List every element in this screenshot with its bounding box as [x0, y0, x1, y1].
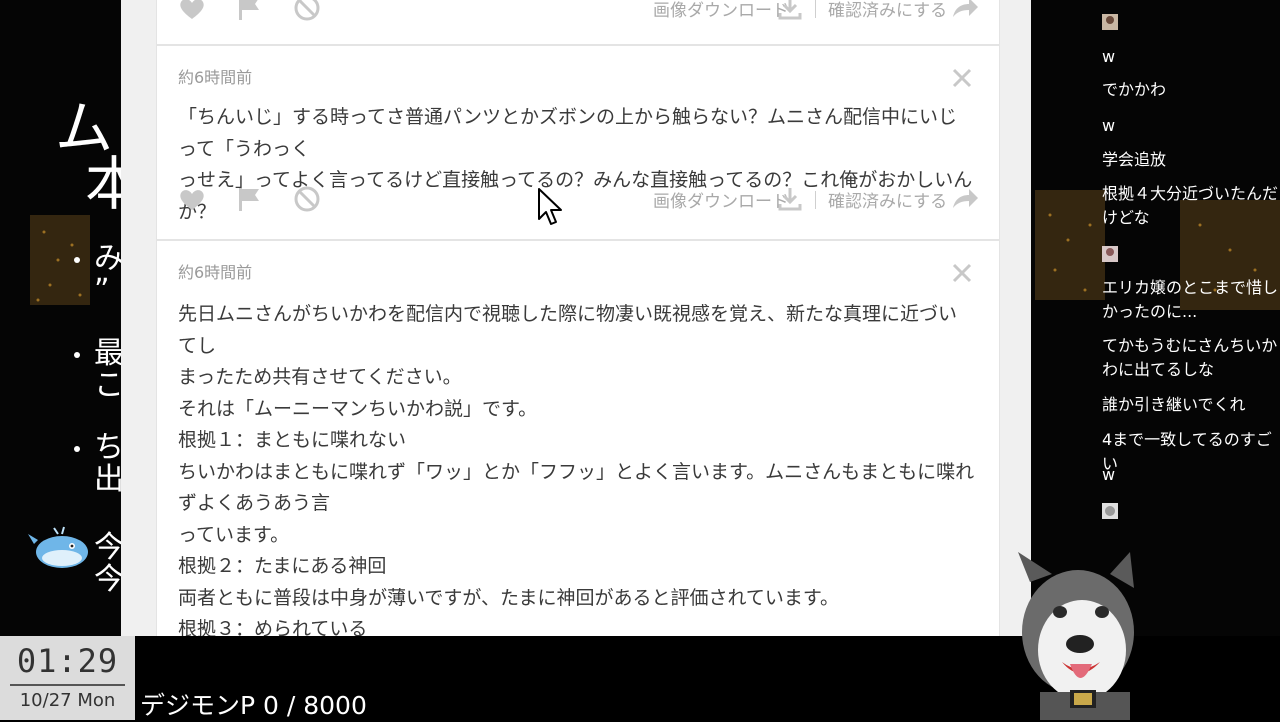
download-image-button[interactable]: 画像ダウンロード: [653, 0, 789, 21]
message-text: 先日ムニさんがちいかわを配信内で視聴した際に物凄い既視感を覚え、新たな真理に近づ…: [178, 303, 975, 636]
heart-icon[interactable]: [177, 184, 207, 214]
slide-bullet-4: 今 今: [94, 532, 124, 596]
clock-time: 01:29: [16, 642, 119, 680]
flag-icon[interactable]: [234, 0, 264, 23]
message-timestamp: 約6時間前: [178, 263, 253, 282]
heart-icon[interactable]: [177, 0, 207, 23]
slide-bullet-text: ち 出: [94, 430, 124, 497]
clock-divider: [10, 684, 125, 686]
message-box-window: 画像ダウンロード 確認済みにする 約6時間前 「ちんいじ」する時ってさ普通パンツ…: [121, 0, 1031, 636]
chat-message: 学会追放: [1102, 150, 1167, 169]
clock-date: 10/27 Mon: [19, 690, 116, 711]
clock-widget: 01:29 10/27 Mon: [0, 636, 135, 720]
block-icon[interactable]: [292, 0, 322, 23]
chat-avatar: [1102, 14, 1118, 30]
slide-bullet-text: 最 こ: [94, 336, 124, 403]
slide-bullet-3: ち 出: [74, 432, 124, 496]
flag-icon[interactable]: [234, 184, 264, 214]
action-separator: [815, 0, 816, 18]
message-timestamp: 約6時間前: [178, 68, 253, 87]
chat-message: てかもうむにさんちいか わに出てるしな: [1102, 336, 1278, 379]
message-actions: 画像ダウンロード 確認済みにする: [177, 0, 979, 23]
slide-bullet-1: み ”: [74, 243, 124, 307]
slide-bullet-text: み ”: [94, 241, 124, 308]
message-card: 約6時間前 「ちんいじ」する時ってさ普通パンツとかズボンの上から触らない？ムニさ…: [156, 45, 1000, 240]
download-icon[interactable]: [775, 0, 805, 23]
chat-message: 根拠４大分近づいたんだ けどな: [1102, 184, 1279, 227]
download-image-button[interactable]: 画像ダウンロード: [653, 187, 789, 212]
cursor-icon: [538, 188, 562, 225]
chat-avatar: [1102, 503, 1118, 519]
share-arrow-icon[interactable]: [950, 0, 980, 23]
download-icon[interactable]: [775, 184, 805, 214]
chat-message: w: [1102, 465, 1116, 484]
slide-bullet-2: 最 こ: [74, 338, 124, 402]
chat-message: エリカ嬢のとこまで惜し かったのに...: [1102, 278, 1279, 321]
close-icon[interactable]: [951, 262, 973, 284]
share-arrow-icon[interactable]: [950, 184, 980, 214]
bullet-dot: [74, 445, 80, 452]
action-separator: [815, 191, 816, 209]
bullet-dot: [74, 351, 80, 358]
mark-confirmed-button[interactable]: 確認済みにする: [828, 187, 947, 212]
chat-message: 誰か引き継いでくれ: [1102, 395, 1246, 414]
chat-message: でかかわ: [1102, 80, 1167, 99]
whale-mascot-icon: [28, 526, 88, 568]
chat-message: w: [1102, 47, 1116, 66]
bullet-dot: [74, 256, 80, 263]
message-card: 約6時間前 先日ムニさんがちいかわを配信内で視聴した際に物凄い既視感を覚え、新た…: [156, 240, 1000, 636]
husky-avatar: [1018, 552, 1134, 720]
digimon-points-counter: デジモンP 0 / 8000: [140, 691, 367, 720]
chat-avatar: [1102, 246, 1118, 262]
block-icon[interactable]: [292, 184, 322, 214]
message-card: 画像ダウンロード 確認済みにする: [156, 0, 1000, 45]
mark-confirmed-button[interactable]: 確認済みにする: [828, 0, 947, 21]
message-actions: 画像ダウンロード 確認済みにする: [177, 184, 979, 214]
close-icon[interactable]: [951, 67, 973, 89]
slide-bullet-text: 今 今: [94, 530, 124, 597]
chat-message: w: [1102, 116, 1116, 135]
